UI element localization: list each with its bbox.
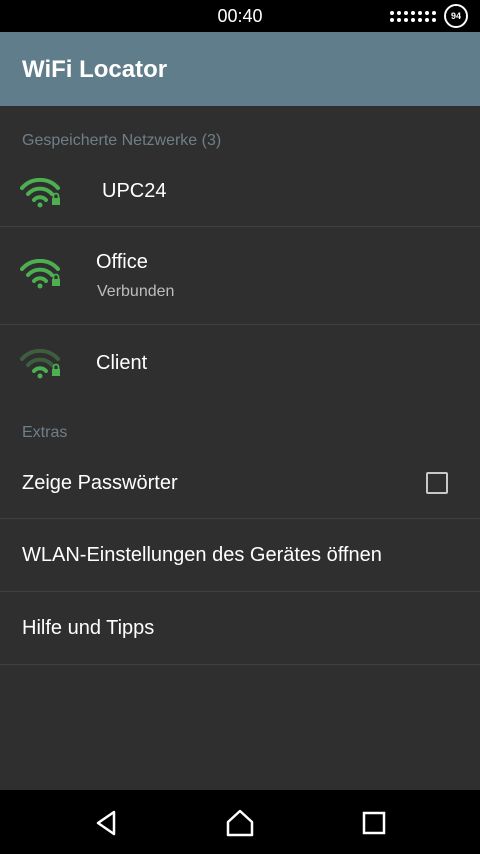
network-item-office[interactable]: Office Verbunden	[0, 227, 480, 325]
wifi-lock-icon	[20, 349, 60, 379]
battery-icon: 94	[444, 4, 468, 28]
notification-dots-icon	[390, 10, 436, 22]
wifi-lock-icon	[20, 178, 60, 208]
status-icons: 94	[390, 4, 468, 28]
back-icon[interactable]	[92, 808, 122, 838]
extras-header: Extras	[22, 424, 68, 441]
network-status: Verbunden	[97, 283, 175, 300]
network-item-upc24[interactable]: UPC24	[0, 162, 480, 226]
network-ssid: UPC24	[102, 180, 167, 202]
network-ssid: Office	[96, 251, 148, 273]
show-passwords-label: Zeige Passwörter	[22, 472, 178, 494]
divider	[0, 664, 480, 665]
app-bar: WiFi Locator	[0, 32, 480, 106]
navigation-bar	[0, 790, 480, 854]
home-icon[interactable]	[225, 808, 255, 838]
wlan-settings-row[interactable]: WLAN-Einstellungen des Gerätes öffnen	[0, 519, 480, 591]
network-ssid: Client	[96, 352, 148, 374]
settings-list: Gespeicherte Netzwerke (3) UPC24 Office …	[0, 106, 480, 790]
battery-level: 94	[450, 11, 461, 21]
wifi-lock-icon	[20, 259, 60, 289]
show-passwords-checkbox[interactable]	[426, 472, 448, 494]
help-label: Hilfe und Tipps	[22, 617, 155, 639]
recents-icon[interactable]	[359, 808, 389, 838]
saved-networks-header: Gespeicherte Netzwerke (3)	[22, 132, 222, 149]
show-passwords-row[interactable]: Zeige Passwörter	[0, 450, 480, 518]
network-item-client[interactable]: Client	[0, 325, 480, 399]
wlan-settings-label: WLAN-Einstellungen des Gerätes öffnen	[22, 544, 382, 566]
app-title: WiFi Locator	[22, 56, 168, 83]
help-row[interactable]: Hilfe und Tipps	[0, 592, 480, 664]
status-bar: 00:40 94	[0, 0, 480, 32]
